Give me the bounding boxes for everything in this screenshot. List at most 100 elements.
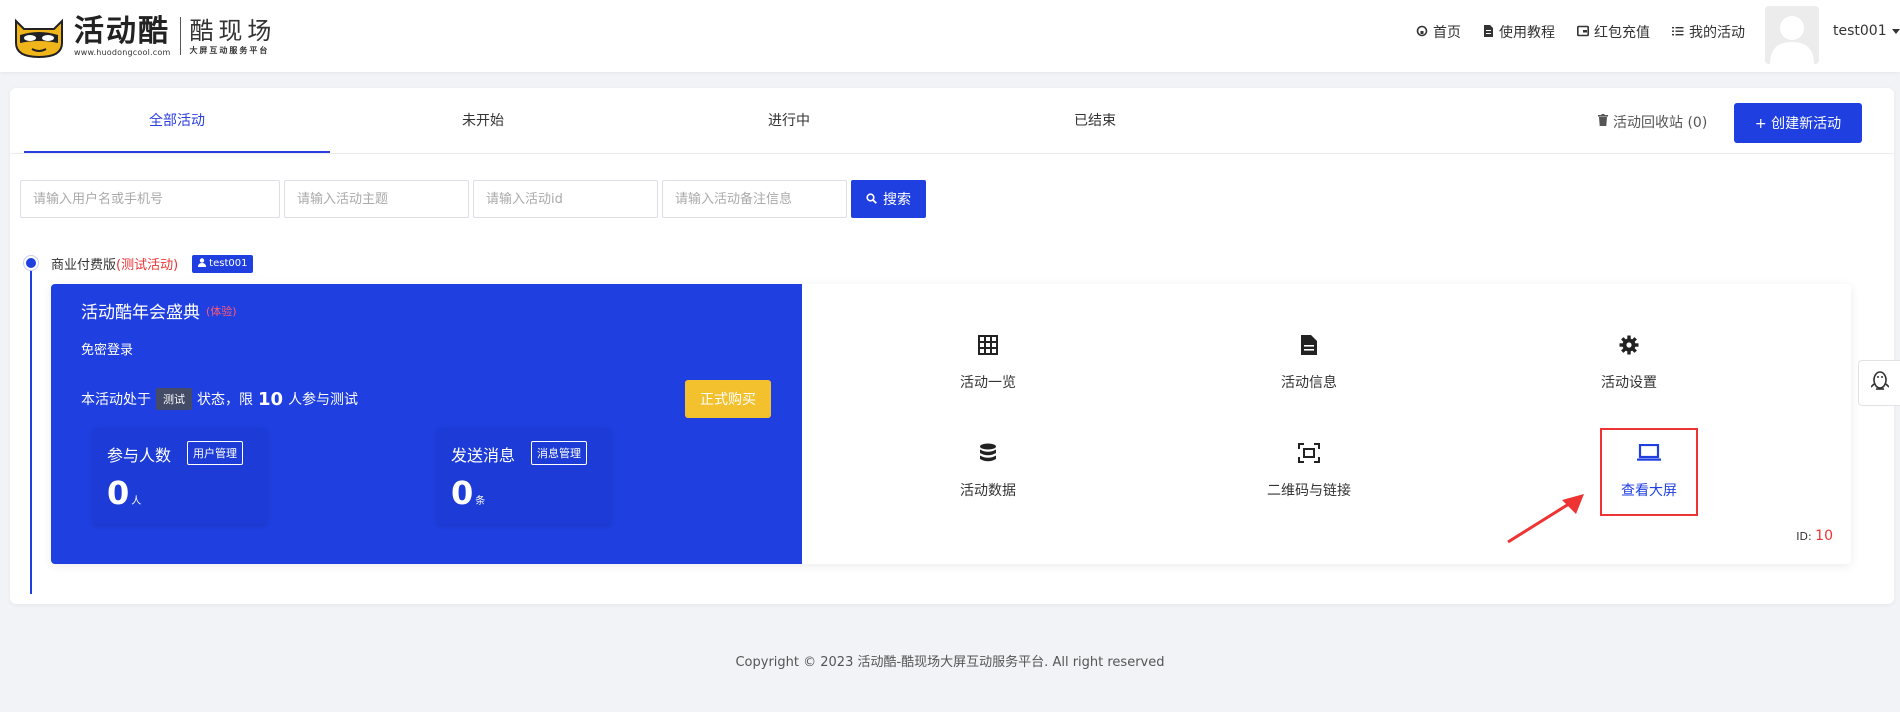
nav-tutorial-label: 使用教程 (1499, 25, 1555, 41)
activity-topic-input[interactable] (284, 180, 469, 218)
top-header: 活动酷 www.huodongcool.com 酷现场 大屏互动服务平台 首页 … (0, 0, 1900, 72)
action-qrcode-label: 二维码与链接 (1267, 483, 1351, 499)
document-icon (1483, 24, 1494, 40)
trial-tag: (体验) (206, 304, 237, 318)
logo-tagline: 大屏互动服务平台 (189, 45, 270, 55)
action-view-screen[interactable]: 查看大屏 (1600, 428, 1698, 516)
wallet-icon (1577, 25, 1589, 40)
site-logo[interactable]: 活动酷 www.huodongcool.com 酷现场 大屏互动服务平台 (10, 10, 276, 62)
action-info-label: 活动信息 (1281, 375, 1337, 391)
activity-summary: 活动酷年会盛典 (体验) 免密登录 本活动处于 测试 状态，限 10 人参与测试… (51, 284, 802, 564)
user-menu[interactable]: test001 (1833, 23, 1900, 39)
edition-name: 商业付费版 (51, 258, 117, 273)
action-overview[interactable]: 活动一览 (913, 332, 1063, 408)
create-activity-button[interactable]: + 创建新活动 (1734, 103, 1862, 143)
avatar[interactable] (1765, 6, 1819, 64)
grid-icon (913, 332, 1063, 358)
nav-recharge-label: 红包充值 (1594, 25, 1650, 41)
username-phone-input[interactable] (20, 180, 280, 218)
search-button-label: 搜索 (883, 191, 911, 207)
page-footer: Copyright © 2023 活动酷-酷现场大屏互动服务平台. All ri… (735, 655, 1165, 670)
mascot-logo-icon (10, 13, 68, 59)
red-arrow-annotation (1507, 494, 1584, 544)
logo-title: 活动酷 (74, 13, 170, 49)
action-info[interactable]: 活动信息 (1234, 332, 1384, 408)
status-suffix: 人参与测试 (288, 392, 359, 408)
nav-my-activities[interactable]: 我的活动 (1672, 22, 1745, 42)
customer-service-float[interactable] (1858, 360, 1900, 406)
tab-in-progress[interactable]: 进行中 (636, 88, 942, 154)
nav-tutorial[interactable]: 使用教程 (1483, 22, 1555, 42)
top-nav: 首页 使用教程 红包充值 我的活动 (1416, 22, 1745, 42)
messages-value: 0条 (451, 474, 485, 512)
action-overview-label: 活动一览 (960, 375, 1016, 391)
participants-unit: 人 (131, 496, 142, 507)
login-mode: 免密登录 (81, 343, 134, 358)
user-icon (198, 257, 207, 270)
participants-count: 0 (107, 474, 130, 512)
home-icon (1416, 25, 1428, 40)
search-button[interactable]: 搜索 (851, 180, 926, 218)
chevron-down-icon (1891, 28, 1900, 34)
timeline-line (30, 264, 32, 594)
tab-ended[interactable]: 已结束 (942, 88, 1248, 154)
nav-my-activities-label: 我的活动 (1689, 25, 1745, 41)
edition-label: 商业付费版(测试活动) test001 (51, 254, 254, 273)
trash-icon (1598, 114, 1608, 130)
search-icon (866, 191, 877, 207)
logo-divider (180, 17, 182, 55)
participants-stat: 参与人数 用户管理 0人 (93, 428, 267, 524)
activity-title-text: 活动酷年会盛典 (81, 303, 200, 323)
message-management-button[interactable]: 消息管理 (531, 441, 587, 465)
user-management-button[interactable]: 用户管理 (187, 441, 243, 465)
user-name-label: test001 (1833, 23, 1887, 39)
laptop-icon (1602, 440, 1696, 466)
activity-panel: 全部活动 未开始 进行中 已结束 活动回收站 (0) + 创建新活动 搜索 商业… (10, 88, 1894, 604)
gear-icon (1554, 332, 1704, 358)
user-badge: test001 (192, 254, 254, 273)
logo-url: www.huodongcool.com (74, 47, 171, 57)
participants-label: 参与人数 (107, 446, 172, 465)
status-chip: 测试 (156, 388, 192, 410)
messages-label: 发送消息 (451, 446, 516, 465)
nav-home[interactable]: 首页 (1416, 22, 1461, 42)
search-bar: 搜索 (20, 180, 926, 218)
scan-icon (1234, 440, 1384, 466)
nav-home-label: 首页 (1433, 25, 1461, 41)
status-middle: 状态，限 (197, 392, 253, 408)
recycle-bin-label: 活动回收站 (0) (1613, 115, 1708, 131)
user-badge-label: test001 (209, 258, 248, 269)
activity-actions: 活动一览 活动信息 活动设置 活动数据 二维码与链接 查看大屏 ID: 10 (802, 284, 1851, 564)
activity-id-input[interactable] (473, 180, 658, 218)
penguin-icon (1869, 371, 1890, 395)
activity-note-input[interactable] (662, 180, 847, 218)
status-prefix: 本活动处于 (81, 392, 151, 408)
messages-unit: 条 (475, 496, 486, 507)
logo-subtitle: 酷现场 (189, 16, 277, 45)
tab-not-started[interactable]: 未开始 (330, 88, 636, 154)
tabs-divider (10, 153, 1894, 154)
action-settings-label: 活动设置 (1601, 375, 1657, 391)
activity-id: ID: 10 (1796, 528, 1833, 544)
action-data[interactable]: 活动数据 (913, 440, 1063, 516)
timeline-dot (24, 256, 38, 270)
recycle-bin-link[interactable]: 活动回收站 (0) (1598, 112, 1707, 132)
nav-recharge[interactable]: 红包充值 (1577, 22, 1650, 42)
status-tabs: 全部活动 未开始 进行中 已结束 (24, 88, 1248, 154)
test-activity-tag: (测试活动) (116, 258, 179, 273)
messages-stat: 发送消息 消息管理 0条 (437, 428, 611, 524)
action-settings[interactable]: 活动设置 (1554, 332, 1704, 408)
activity-title[interactable]: 活动酷年会盛典 (体验) (81, 298, 237, 323)
tab-all[interactable]: 全部活动 (24, 88, 330, 154)
activity-id-value: 10 (1815, 528, 1833, 544)
activity-status-line: 本活动处于 测试 状态，限 10 人参与测试 (81, 388, 358, 410)
activity-id-label: ID: (1796, 530, 1812, 543)
action-data-label: 活动数据 (960, 483, 1016, 499)
status-limit: 10 (258, 388, 284, 410)
file-icon (1234, 332, 1384, 358)
purchase-button[interactable]: 正式购买 (685, 380, 771, 418)
action-qrcode[interactable]: 二维码与链接 (1234, 440, 1384, 516)
database-icon (913, 440, 1063, 466)
participants-value: 0人 (107, 474, 141, 512)
list-icon (1672, 25, 1684, 40)
